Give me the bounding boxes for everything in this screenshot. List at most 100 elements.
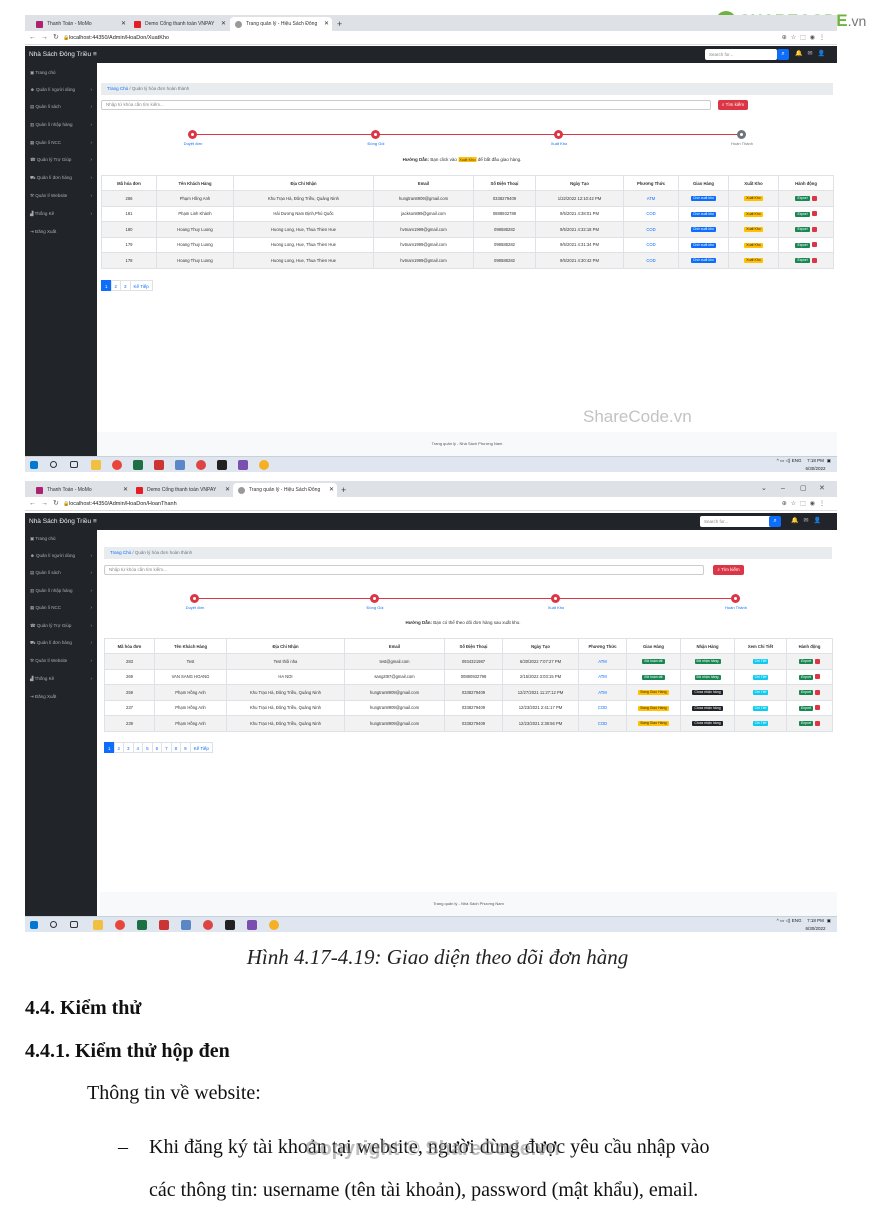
status-badge[interactable]: Đã nhận hàng bbox=[694, 659, 721, 665]
topbar-search-input[interactable]: Search for... bbox=[705, 49, 777, 60]
breadcrumb-home-link[interactable]: Trang Chủ bbox=[107, 86, 128, 91]
sql-server-icon[interactable] bbox=[159, 920, 169, 930]
table-cell[interactable]: Chi Tiết bbox=[734, 715, 787, 732]
status-badge[interactable]: Xuất Kho bbox=[744, 258, 763, 264]
reload-icon[interactable]: ↻ bbox=[53, 498, 59, 510]
breadcrumb-home-link[interactable]: Trang Chủ bbox=[110, 550, 131, 555]
table-cell[interactable]: Chưa nhận hàng bbox=[680, 715, 735, 732]
sidebar-item-suppliers[interactable]: ▦ Quản lí NCC › bbox=[25, 137, 97, 149]
table-cell[interactable]: Chi Tiết bbox=[734, 653, 787, 670]
delete-icon[interactable] bbox=[815, 658, 821, 664]
file-explorer-icon[interactable] bbox=[91, 460, 101, 470]
payment-method-link[interactable]: ATM bbox=[598, 690, 607, 695]
close-tab-icon[interactable]: ✕ bbox=[324, 17, 329, 31]
topbar-icons[interactable]: 🔔✉👤 bbox=[795, 46, 830, 63]
browser-tab-momo[interactable]: Thanh Toán - MoMo ✕ bbox=[31, 17, 129, 31]
status-badge[interactable]: Chi Tiết bbox=[752, 721, 769, 727]
sidebar-item-orders[interactable]: ⛟ Quản lí đơn hàng › bbox=[25, 172, 97, 184]
table-cell[interactable]: Export bbox=[778, 205, 834, 222]
menu-toggle-icon[interactable]: ≡ bbox=[93, 51, 97, 58]
delete-icon[interactable] bbox=[815, 720, 821, 726]
system-tray[interactable]: ^ ▭ ◁) ENG 7:18 PM 6/30/2022 ▣ bbox=[777, 917, 831, 933]
sidebar-item-website[interactable]: ⚒ Quản lí Website › bbox=[25, 190, 97, 202]
chrome-icon[interactable] bbox=[259, 460, 269, 470]
table-cell[interactable]: Export bbox=[778, 252, 834, 269]
pagination-next[interactable]: Kế Tiếp bbox=[189, 742, 213, 753]
step-label-pack[interactable]: Đóng Gói bbox=[367, 605, 384, 610]
payment-method-link[interactable]: ATM bbox=[598, 674, 607, 679]
status-badge[interactable]: Đã hoàn tất bbox=[642, 674, 665, 680]
sidebar-item-users[interactable]: ☻ Quản lí người dùng › bbox=[25, 84, 97, 96]
table-cell[interactable]: Export bbox=[786, 668, 833, 685]
status-badge[interactable]: Đang Giao Hàng bbox=[638, 721, 669, 727]
table-cell[interactable]: Đã hoàn tất bbox=[626, 653, 681, 670]
payment-method-link[interactable]: COD bbox=[598, 705, 607, 710]
browser-tab-admin[interactable]: Trang quản lý - Hiệu Sách Đông ✕ bbox=[230, 17, 332, 31]
table-cell[interactable]: Đã nhận hàng bbox=[680, 668, 735, 685]
clock[interactable]: 7:18 PM 6/30/2022 bbox=[805, 457, 825, 473]
close-tab-icon[interactable]: ✕ bbox=[329, 483, 334, 497]
status-badge[interactable]: Chưa nhận hàng bbox=[692, 705, 723, 711]
table-cell[interactable]: Export bbox=[786, 684, 833, 701]
windows-start-icon[interactable] bbox=[30, 921, 38, 929]
sidebar-item-suppliers[interactable]: ▦ Quản lí NCC › bbox=[25, 602, 97, 614]
topbar-icons[interactable]: 🔔✉👤 bbox=[791, 513, 826, 530]
table-cell[interactable]: Xuất Kho bbox=[728, 190, 779, 207]
sidebar-item-users[interactable]: ☻ Quản lí người dùng › bbox=[25, 550, 97, 562]
minimize-icon[interactable]: – bbox=[781, 483, 785, 495]
sidebar-item-support[interactable]: ☎ Quản lý Trợ Giúp › bbox=[25, 154, 97, 166]
maximize-icon[interactable]: ▢ bbox=[800, 483, 807, 495]
step-label-export[interactable]: Xuất Kho bbox=[551, 141, 567, 146]
table-cell[interactable]: Chờ xuất kho bbox=[678, 252, 729, 269]
sidebar-item-home[interactable]: ▣ Trang chủ bbox=[25, 533, 97, 545]
step-label-approve[interactable]: Duyệt đơn bbox=[186, 605, 205, 610]
export-button[interactable]: Export bbox=[795, 258, 810, 264]
close-tab-icon[interactable]: ✕ bbox=[221, 17, 226, 31]
payment-method-link[interactable]: COD bbox=[598, 721, 607, 726]
step-label-complete[interactable]: Hoàn Thành bbox=[731, 141, 753, 146]
delete-icon[interactable] bbox=[811, 226, 817, 232]
terminal-icon[interactable] bbox=[217, 460, 227, 470]
topbar-search-input[interactable]: Search for... bbox=[700, 516, 772, 527]
new-tab-icon[interactable]: + bbox=[337, 17, 342, 31]
export-button[interactable]: Export bbox=[795, 227, 810, 233]
table-cell[interactable]: Chi Tiết bbox=[734, 668, 787, 685]
table-cell[interactable]: Xuất Kho bbox=[728, 205, 779, 222]
notification-icon[interactable]: ▣ bbox=[825, 918, 831, 923]
back-icon[interactable]: ← bbox=[29, 498, 36, 510]
delete-icon[interactable] bbox=[811, 195, 817, 201]
step-label-pack[interactable]: Đóng Gói bbox=[368, 141, 385, 146]
delete-icon[interactable] bbox=[815, 674, 821, 680]
table-cell[interactable]: Đang Giao Hàng bbox=[626, 715, 681, 732]
table-cell[interactable]: Export bbox=[778, 221, 834, 238]
status-badge[interactable]: Đang Giao Hàng bbox=[638, 705, 669, 711]
chrome-dev-icon[interactable] bbox=[203, 920, 213, 930]
keyword-search-button[interactable]: ⌕ Tìm kiếm bbox=[718, 100, 748, 110]
table-cell[interactable]: Đã hoàn tất bbox=[626, 668, 681, 685]
input-language[interactable]: ENG bbox=[792, 918, 802, 923]
chrome-dev-icon[interactable] bbox=[196, 460, 206, 470]
delete-icon[interactable] bbox=[811, 211, 817, 217]
table-cell[interactable]: Đang Giao Hàng bbox=[626, 684, 681, 701]
export-button[interactable]: Export bbox=[798, 721, 814, 727]
table-cell[interactable]: Xuất Kho bbox=[728, 252, 779, 269]
status-badge[interactable]: Đang Giao Hàng bbox=[638, 690, 669, 696]
browser-action-icons[interactable]: ⊕☆⬚◉⋮ bbox=[782, 498, 829, 510]
table-cell[interactable]: Export bbox=[778, 190, 834, 207]
table-cell[interactable]: Export bbox=[786, 699, 833, 716]
sidebar-item-books[interactable]: ▤ Quản lí sách › bbox=[25, 567, 97, 579]
sql-server-icon[interactable] bbox=[154, 460, 164, 470]
table-cell[interactable]: Chi Tiết bbox=[734, 684, 787, 701]
delete-icon[interactable] bbox=[811, 257, 817, 263]
terminal-icon[interactable] bbox=[225, 920, 235, 930]
sidebar-item-logout[interactable]: ⇥ Đăng Xuất bbox=[25, 226, 97, 238]
export-button[interactable]: Export bbox=[798, 690, 814, 696]
table-cell[interactable]: Chưa nhận hàng bbox=[680, 684, 735, 701]
sidebar-item-imports[interactable]: ▥ Quản lí nhập hàng › bbox=[25, 585, 97, 597]
table-cell[interactable]: Đã nhận hàng bbox=[680, 653, 735, 670]
chrome-icon[interactable] bbox=[269, 920, 279, 930]
table-cell[interactable]: Export bbox=[786, 653, 833, 670]
delete-icon[interactable] bbox=[811, 242, 817, 248]
url-field[interactable]: localhost:44350/Admin/HoaDon/HoanThanh bbox=[69, 499, 177, 509]
table-cell[interactable]: Chờ xuất kho bbox=[678, 190, 729, 207]
